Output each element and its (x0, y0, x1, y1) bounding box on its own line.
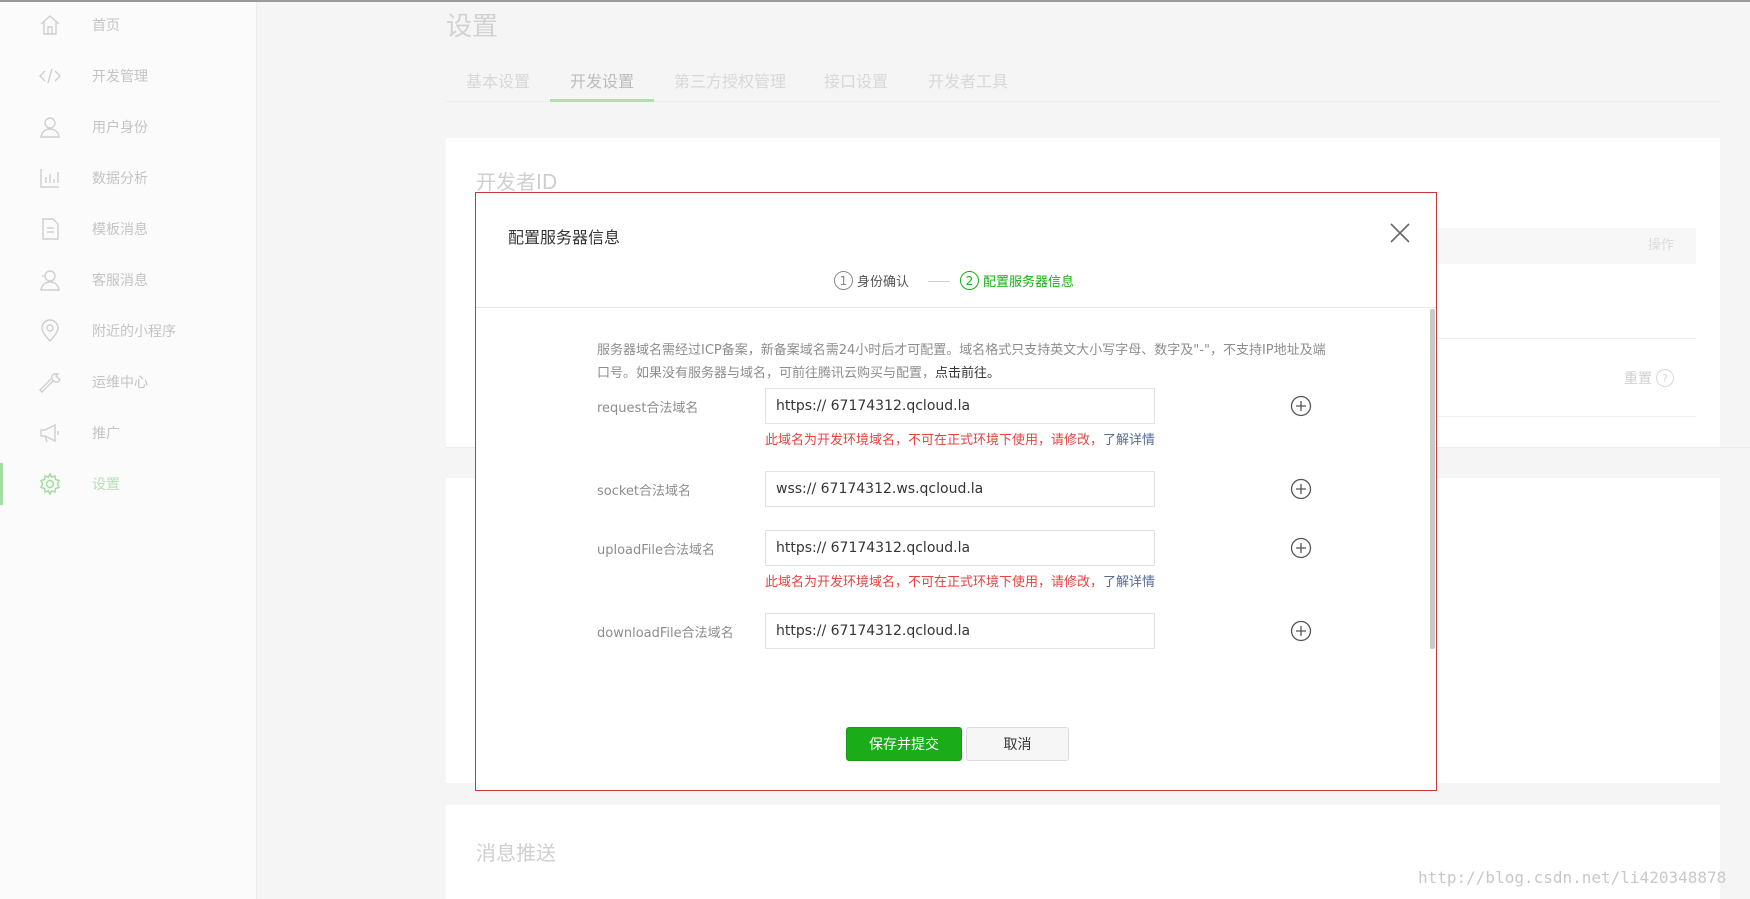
sidebar-item-label: 数据分析 (92, 171, 148, 187)
go-link[interactable]: 点击前往。 (935, 366, 1000, 381)
active-tab-indicator (550, 99, 654, 102)
megaphone-icon (38, 421, 62, 445)
sidebar-item-data-analysis[interactable]: 数据分析 (0, 155, 257, 201)
sidebar-item-label: 推广 (92, 426, 120, 442)
sidebar-item-settings[interactable]: 设置 (0, 461, 257, 507)
learn-more-link[interactable]: 了解详情 (1103, 433, 1155, 448)
page-title: 设置 (446, 12, 499, 42)
learn-more-link[interactable]: 了解详情 (1103, 575, 1155, 590)
add-circle-icon[interactable] (1290, 620, 1312, 642)
code-icon (38, 64, 62, 88)
add-circle-icon[interactable] (1290, 395, 1312, 417)
step-separator (928, 281, 950, 282)
sidebar-item-label: 附近的小程序 (92, 324, 176, 340)
step-label: 配置服务器信息 (983, 275, 1075, 290)
sidebar-item-label: 客服消息 (92, 273, 148, 289)
home-icon (38, 13, 62, 37)
sidebar: 首页 开发管理 用户身份 数据分析 模板消息 客服消息 附近的小程序 运维中心 … (0, 2, 257, 899)
tab-dev-tools[interactable]: 开发者工具 (928, 68, 1008, 92)
socket-domain-input[interactable] (765, 471, 1155, 507)
sidebar-item-dev-management[interactable]: 开发管理 (0, 53, 257, 99)
watermark: http://blog.csdn.net/li420348878 (1418, 868, 1727, 887)
settings-tabs: 基本设置 开发设置 第三方授权管理 接口设置 开发者工具 (446, 62, 1720, 102)
add-circle-icon[interactable] (1290, 537, 1312, 559)
step-identity-confirm: 1 身份确认 (834, 271, 909, 290)
sidebar-item-customer-service[interactable]: 客服消息 (0, 257, 257, 303)
sidebar-item-home[interactable]: 首页 (0, 2, 257, 48)
help-icon[interactable]: ? (1656, 369, 1674, 387)
upload-domain-input[interactable] (765, 530, 1155, 566)
request-domain-label: request合法域名 (597, 401, 699, 416)
server-config-modal: 配置服务器信息 1 身份确认 2 配置服务器信息 服务器域名需经过ICP备案，新… (475, 192, 1437, 791)
close-icon[interactable] (1388, 221, 1412, 245)
download-domain-label: downloadFile合法域名 (597, 626, 734, 641)
step-number: 1 (834, 271, 853, 290)
tab-api-settings[interactable]: 接口设置 (824, 68, 888, 92)
domain-notice: 服务器域名需经过ICP备案，新备案域名需24小时后才可配置。域名格式只支持英文大… (597, 339, 1327, 385)
sidebar-item-promotion[interactable]: 推广 (0, 410, 257, 456)
document-icon (38, 217, 62, 241)
sidebar-item-label: 运维中心 (92, 375, 148, 391)
modal-divider (476, 307, 1436, 308)
tab-basic-settings[interactable]: 基本设置 (466, 68, 530, 92)
step-indicator: 1 身份确认 2 配置服务器信息 (476, 271, 1436, 291)
sidebar-item-label: 开发管理 (92, 69, 148, 85)
reset-link[interactable]: 重置 ? (1624, 368, 1674, 388)
tab-third-party-auth[interactable]: 第三方授权管理 (674, 68, 786, 92)
modal-title: 配置服务器信息 (508, 228, 621, 247)
user-icon (38, 115, 62, 139)
sidebar-item-label: 首页 (92, 18, 120, 34)
sidebar-item-ops-center[interactable]: 运维中心 (0, 359, 257, 405)
step-config-server: 2 配置服务器信息 (960, 271, 1074, 290)
developer-id-title: 开发者ID (476, 170, 558, 194)
modal-scrollbar[interactable] (1430, 309, 1435, 649)
request-domain-input[interactable] (765, 388, 1155, 424)
socket-domain-label: socket合法域名 (597, 484, 692, 499)
step-label: 身份确认 (857, 275, 910, 290)
error-text: 此域名为开发环境域名，不可在正式环境下使用，请修改， (765, 433, 1104, 448)
reset-label: 重置 (1624, 371, 1652, 387)
wrench-icon (38, 370, 62, 394)
sidebar-item-template-message[interactable]: 模板消息 (0, 206, 257, 252)
sidebar-item-label: 用户身份 (92, 120, 148, 136)
error-text: 此域名为开发环境域名，不可在正式环境下使用，请修改， (765, 575, 1104, 590)
step-number: 2 (960, 271, 979, 290)
sidebar-item-label: 设置 (92, 477, 120, 493)
sidebar-item-user-identity[interactable]: 用户身份 (0, 104, 257, 150)
operation-header: 操作 (1648, 238, 1675, 253)
gear-icon (38, 472, 62, 496)
sidebar-item-label: 模板消息 (92, 222, 148, 238)
location-pin-icon (38, 319, 62, 343)
add-circle-icon[interactable] (1290, 478, 1312, 500)
headset-user-icon (38, 268, 62, 292)
chart-icon (38, 166, 62, 190)
message-push-title: 消息推送 (476, 841, 556, 865)
upload-domain-error: 此域名为开发环境域名，不可在正式环境下使用，请修改，了解详情 (765, 571, 1155, 590)
sidebar-item-nearby-miniprogram[interactable]: 附近的小程序 (0, 308, 257, 354)
cancel-button[interactable]: 取消 (966, 727, 1069, 761)
download-domain-input[interactable] (765, 613, 1155, 649)
window-top-border (0, 0, 1750, 2)
save-submit-button[interactable]: 保存并提交 (846, 727, 962, 761)
request-domain-error: 此域名为开发环境域名，不可在正式环境下使用，请修改，了解详情 (765, 429, 1155, 448)
tab-dev-settings[interactable]: 开发设置 (570, 68, 634, 92)
upload-domain-label: uploadFile合法域名 (597, 543, 716, 558)
